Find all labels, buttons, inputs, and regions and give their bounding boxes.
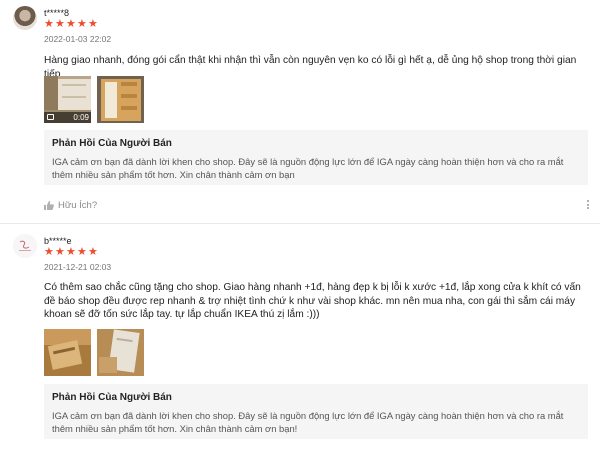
- seller-reply-text: IGA cảm ơn bạn đã dành lời khen cho shop…: [52, 410, 564, 434]
- star-icon: ★: [44, 246, 54, 258]
- review-text: Có thêm sao chắc cũng tặng cho shop. Gia…: [44, 282, 581, 320]
- photo-thumbnail-image: [97, 329, 144, 376]
- star-icon: ★: [66, 246, 76, 258]
- star-icon: ★: [44, 18, 54, 30]
- helpful-button[interactable]: Hữu Ích?: [44, 200, 97, 211]
- review-photo-thumbnail[interactable]: [97, 329, 144, 376]
- seller-reply-title: Phản Hồi Của Người Bán: [52, 392, 172, 403]
- star-icon: ★: [77, 246, 87, 258]
- reviewer-username[interactable]: t*****8: [44, 8, 69, 18]
- helpful-label: Hữu Ích?: [58, 200, 98, 211]
- star-icon: ★: [77, 18, 87, 30]
- thumbs-up-icon: [44, 201, 54, 210]
- star-icon: ★: [88, 246, 98, 258]
- video-duration-bar: 0:09: [44, 112, 91, 123]
- star-icon: ★: [88, 18, 98, 30]
- avatar[interactable]: [13, 234, 37, 258]
- review-photo-thumbnail[interactable]: [97, 76, 144, 123]
- seller-reply: Phản Hồi Của Người Bán IGA cảm ơn bạn đã…: [44, 130, 588, 185]
- photo-thumbnail-image: [44, 329, 91, 376]
- review-video-thumbnail[interactable]: 0:09: [44, 76, 91, 123]
- more-options-icon[interactable]: [587, 200, 590, 211]
- seller-reply-text: IGA cảm ơn bạn đã dành lời khen cho shop…: [52, 156, 564, 180]
- star-icon: ★: [66, 18, 76, 30]
- avatar[interactable]: [13, 6, 37, 30]
- star-icon: ★: [55, 246, 65, 258]
- star-icon: ★: [55, 18, 65, 30]
- seller-reply: Phản Hồi Của Người Bán IGA cảm ơn bạn đã…: [44, 384, 588, 439]
- review-datetime: 2022-01-03 22:02: [44, 34, 112, 44]
- avatar-logo-image: [13, 234, 37, 258]
- review-divider: [0, 223, 600, 224]
- review-datetime: 2021-12-21 02:03: [44, 262, 112, 272]
- video-duration: 0:09: [73, 113, 89, 122]
- photo-thumbnail-image: [97, 76, 144, 123]
- seller-reply-title: Phản Hồi Của Người Bán: [52, 138, 172, 149]
- review-photo-thumbnail[interactable]: [44, 329, 91, 376]
- video-camera-icon: [47, 114, 54, 120]
- rating-stars: ★★★★★: [44, 247, 99, 258]
- rating-stars: ★★★★★: [44, 19, 99, 30]
- reviewer-username[interactable]: b*****e: [44, 236, 72, 246]
